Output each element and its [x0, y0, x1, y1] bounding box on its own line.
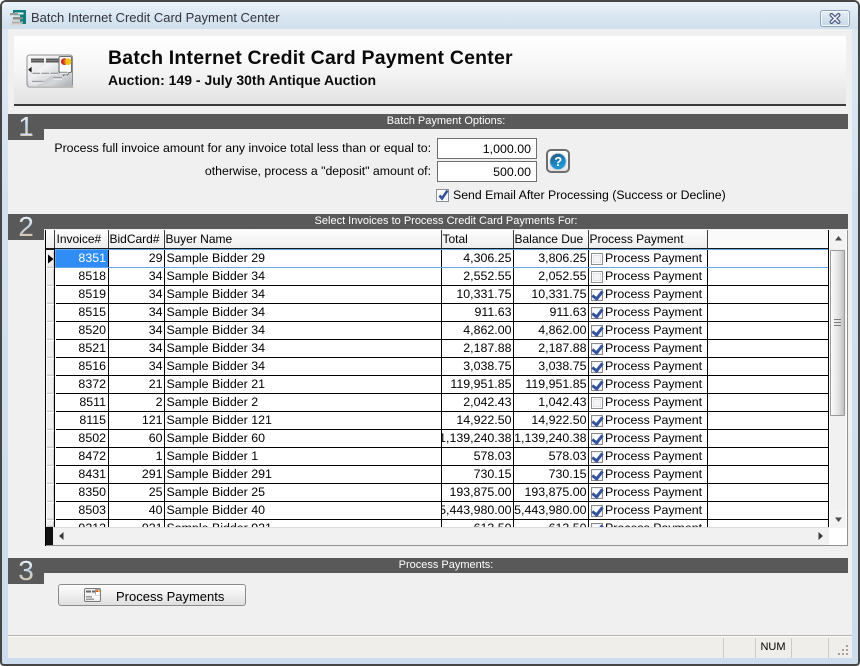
svg-text:3: 3 [18, 558, 34, 584]
svg-text:?: ? [554, 154, 562, 169]
svg-text:2: 2 [18, 214, 34, 240]
svg-text:1: 1 [18, 114, 34, 140]
